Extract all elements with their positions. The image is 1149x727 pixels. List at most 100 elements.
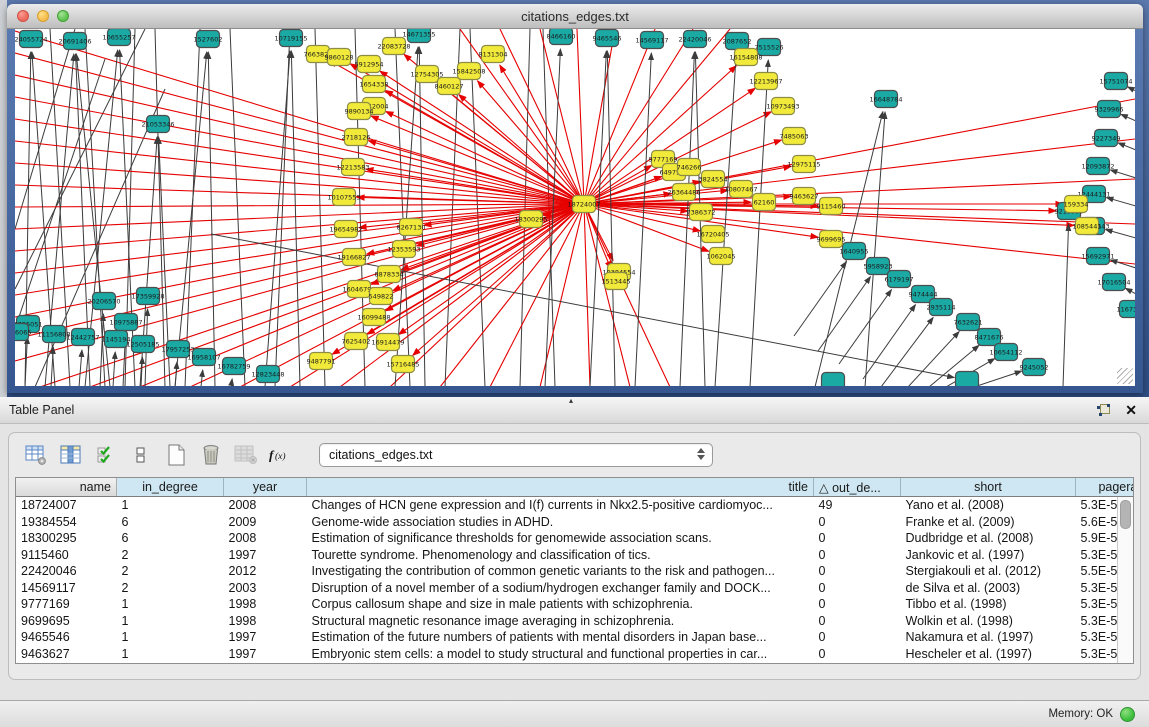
network-node[interactable]: 15716485 bbox=[386, 356, 419, 373]
table-row[interactable]: 1830029562008Estimation of significance … bbox=[16, 530, 1134, 547]
network-node[interactable]: 16648784 bbox=[869, 91, 902, 108]
table-row[interactable]: 1938455462009Genome-wide association stu… bbox=[16, 514, 1134, 531]
rows-button[interactable] bbox=[128, 442, 154, 468]
column-header-short[interactable]: short bbox=[901, 478, 1076, 497]
column-header-year[interactable]: year bbox=[224, 478, 307, 497]
network-node[interactable]: 10975887 bbox=[109, 314, 142, 331]
network-node[interactable]: 1085441 bbox=[1073, 218, 1102, 235]
close-panel-icon[interactable]: ✕ bbox=[1125, 403, 1137, 417]
network-node[interactable]: 3824554 bbox=[699, 171, 728, 188]
network-node[interactable]: 12975115 bbox=[787, 156, 820, 173]
network-node[interactable]: 2935114 bbox=[927, 299, 956, 316]
network-node[interactable]: 12213967 bbox=[749, 73, 782, 90]
network-node[interactable]: 10719155 bbox=[274, 30, 307, 47]
network-node[interactable]: 16914479 bbox=[371, 334, 404, 351]
network-node[interactable]: 10807467 bbox=[724, 181, 757, 198]
table-row[interactable]: 1872400712008Changes of HCN gene express… bbox=[16, 497, 1134, 514]
network-node[interactable]: 6179197 bbox=[885, 271, 914, 288]
network-node[interactable]: 9245052 bbox=[1020, 359, 1049, 376]
network-canvas-container[interactable]: 24055724 20691406 10655257 1527602 10719155 1… bbox=[15, 29, 1135, 386]
function-button[interactable]: f(x) bbox=[268, 442, 294, 468]
network-node[interactable]: 12442757 bbox=[66, 329, 99, 346]
network-node[interactable]: 24055724 bbox=[15, 31, 48, 48]
network-node[interactable]: 16099488 bbox=[357, 309, 390, 326]
network-node[interactable]: 19166827 bbox=[337, 249, 370, 266]
network-node[interactable]: 19654982 bbox=[329, 221, 362, 238]
window-resize-grip[interactable] bbox=[1117, 368, 1133, 384]
network-node[interactable]: 17016504 bbox=[1097, 274, 1130, 291]
network-node[interactable]: 18300295 bbox=[514, 211, 547, 228]
network-node[interactable]: 8878334 bbox=[375, 266, 404, 283]
table-panel-header[interactable]: ▴ Table Panel ✕ bbox=[0, 397, 1149, 424]
column-header-name[interactable]: name bbox=[16, 478, 117, 497]
network-node[interactable]: 1640955 bbox=[840, 243, 869, 260]
window-titlebar[interactable]: citations_edges.txt bbox=[7, 4, 1143, 29]
network-node[interactable]: 1654338 bbox=[360, 76, 389, 93]
column-header-title[interactable]: title bbox=[307, 478, 814, 497]
table-scrollbar-thumb[interactable] bbox=[1120, 500, 1131, 529]
network-node[interactable]: 10107553 bbox=[327, 189, 360, 206]
column-header-in_degree[interactable]: in_degree bbox=[117, 478, 224, 497]
network-node[interactable]: 9115460 bbox=[817, 198, 846, 215]
network-node[interactable]: 9463627 bbox=[790, 188, 819, 205]
table-row[interactable]: 911546021997Tourette syndrome. Phenomeno… bbox=[16, 547, 1134, 564]
network-node[interactable]: 2087652 bbox=[723, 33, 752, 50]
network-node[interactable]: 12823448 bbox=[251, 366, 284, 383]
network-node[interactable]: 16720405 bbox=[696, 226, 729, 243]
network-table-select[interactable]: citations_edges.txt bbox=[319, 443, 713, 467]
network-node[interactable]: 14569117 bbox=[635, 32, 668, 49]
network-node[interactable]: 15751074 bbox=[1099, 73, 1132, 90]
network-node[interactable]: 8460127 bbox=[435, 78, 464, 95]
network-node[interactable]: 26364486 bbox=[667, 184, 700, 201]
network-node[interactable]: 15692971 bbox=[1081, 248, 1114, 265]
table-settings-button[interactable] bbox=[23, 442, 49, 468]
network-node[interactable]: 7625402 bbox=[342, 333, 371, 350]
network-node[interactable]: 746266 bbox=[677, 159, 702, 176]
network-node[interactable]: 1062045 bbox=[707, 248, 736, 265]
network-node[interactable]: 9860128 bbox=[325, 49, 354, 66]
network-node[interactable]: 12213583 bbox=[336, 159, 369, 176]
network-node[interactable]: 2718126 bbox=[342, 129, 371, 146]
network-node[interactable]: 16154808 bbox=[729, 49, 762, 66]
network-node[interactable]: 9890134 bbox=[345, 103, 374, 120]
network-node[interactable] bbox=[956, 372, 979, 387]
network-node[interactable]: 22083728 bbox=[377, 38, 410, 55]
network-node[interactable]: 8466160 bbox=[547, 29, 576, 45]
table-row[interactable]: 977716911998Corpus callosum shape and si… bbox=[16, 596, 1134, 613]
network-node[interactable]: 21053346 bbox=[141, 116, 174, 133]
network-node[interactable]: 10655257 bbox=[102, 29, 135, 46]
network-node[interactable]: 16958107 bbox=[187, 349, 220, 366]
column-header-pagerank[interactable]: pagerank bbox=[1076, 478, 1135, 497]
network-node[interactable]: 8131304 bbox=[479, 46, 508, 63]
network-node[interactable]: 9699695 bbox=[817, 231, 846, 248]
network-node[interactable]: 7632621 bbox=[954, 314, 983, 331]
table-row[interactable]: 969969511998Structural magnetic resonanc… bbox=[16, 613, 1134, 630]
network-node[interactable]: 16782759 bbox=[217, 358, 250, 375]
select-columns-button[interactable] bbox=[93, 442, 119, 468]
table-column-button[interactable] bbox=[58, 442, 84, 468]
network-node[interactable]: 12505185 bbox=[126, 336, 159, 353]
table-row[interactable]: 946362711997Embryonic stem cells: a mode… bbox=[16, 646, 1134, 663]
network-node[interactable]: 17359928 bbox=[131, 288, 164, 305]
network-node[interactable]: 22420046 bbox=[678, 31, 711, 48]
table-row[interactable]: 1456911722003Disruption of a novel membe… bbox=[16, 580, 1134, 597]
network-hub-node[interactable]: 18724007 bbox=[567, 196, 600, 213]
network-canvas[interactable]: 24055724 20691406 10655257 1527602 10719155 1… bbox=[15, 29, 1135, 386]
network-node[interactable]: 1167335 bbox=[1117, 301, 1135, 318]
splitter-grip-icon[interactable]: ▴ bbox=[569, 396, 573, 405]
network-node[interactable]: 1527602 bbox=[194, 31, 223, 48]
network-node[interactable]: 15842508 bbox=[452, 63, 485, 80]
network-node[interactable]: 20691406 bbox=[58, 33, 91, 50]
network-node[interactable] bbox=[822, 373, 845, 387]
table-scrollbar[interactable] bbox=[1117, 497, 1133, 663]
table-row[interactable]: 2242004622012Investigating the contribut… bbox=[16, 563, 1134, 580]
network-node[interactable]: 5912954 bbox=[355, 56, 384, 73]
network-node[interactable]: 12353593 bbox=[387, 241, 420, 258]
network-node[interactable]: 9329966 bbox=[1095, 101, 1124, 118]
float-panel-icon[interactable] bbox=[1097, 404, 1110, 416]
network-node[interactable]: 159334 bbox=[1064, 196, 1089, 213]
network-node[interactable]: 9227349 bbox=[1092, 130, 1121, 147]
network-node[interactable]: 14671355 bbox=[402, 29, 435, 43]
column-header-out_de[interactable]: △ out_de... bbox=[814, 478, 901, 497]
network-node[interactable]: 7386372 bbox=[687, 204, 716, 221]
